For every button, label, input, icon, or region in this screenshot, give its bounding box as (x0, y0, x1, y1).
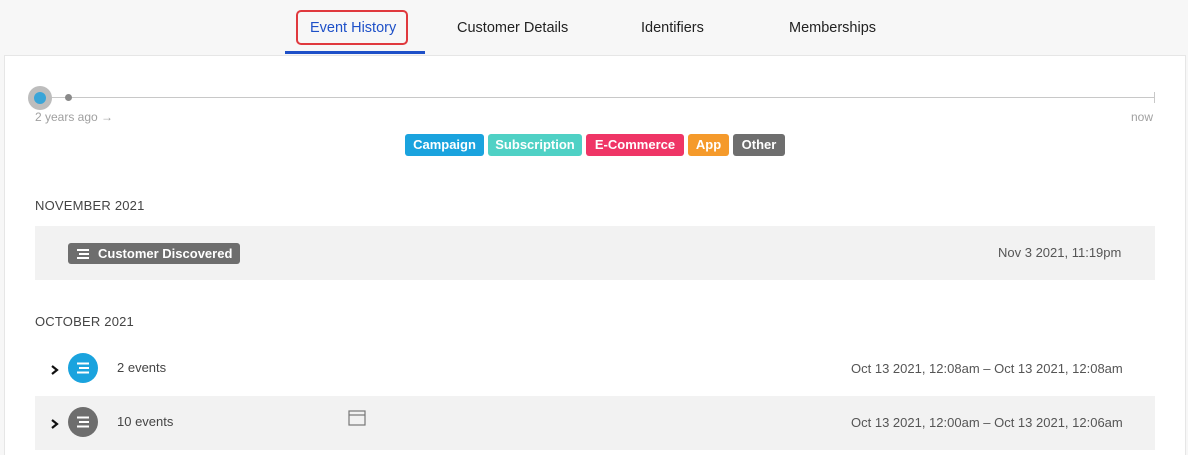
campaign-category-icon (68, 353, 98, 383)
section-title-november: NOVEMBER 2021 (35, 198, 145, 213)
event-type-label: Customer Discovered (98, 246, 233, 261)
legend-campaign[interactable]: Campaign (405, 134, 484, 156)
timeline-end-label: now (1131, 110, 1154, 124)
legend-subscription[interactable]: Subscription (488, 134, 582, 156)
timeline-range-handle[interactable] (28, 86, 52, 110)
section-title-october: OCTOBER 2021 (35, 314, 134, 329)
chevron-right-icon[interactable] (49, 418, 61, 430)
browser-window-icon (348, 410, 366, 426)
legend-other[interactable]: Other (733, 134, 785, 156)
tab-highlight-annotation (296, 10, 408, 45)
event-row[interactable]: Customer Discovered Nov 3 2021, 11:19pm (35, 226, 1155, 280)
legend-ecommerce[interactable]: E-Commerce (586, 134, 684, 156)
timeline-handle-center (34, 92, 46, 104)
timeline-start-label: 2 years ago → (35, 110, 114, 124)
other-category-icon (68, 407, 98, 437)
chevron-right-icon[interactable] (49, 364, 61, 376)
tab-customer-details[interactable]: Customer Details (457, 20, 568, 36)
timeline-event-marker[interactable] (65, 94, 72, 101)
list-icon (77, 249, 89, 259)
timeline-end-tick (1154, 92, 1155, 103)
event-date-range: Oct 13 2021, 12:00am – Oct 13 2021, 12:0… (851, 415, 1123, 430)
list-icon (77, 362, 89, 374)
event-date-range: Oct 13 2021, 12:08am – Oct 13 2021, 12:0… (851, 361, 1123, 376)
timeline-track (36, 97, 1155, 98)
event-group-row[interactable]: 10 events Oct 13 2021, 12:00am – Oct 13 … (35, 396, 1155, 450)
tab-identifiers[interactable]: Identifiers (641, 20, 704, 36)
list-icon (77, 416, 89, 428)
event-type-badge: Customer Discovered (68, 243, 241, 264)
event-date: Nov 3 2021, 11:19pm (998, 245, 1122, 260)
event-count: 2 events (117, 360, 167, 375)
legend-app[interactable]: App (688, 134, 729, 156)
tab-bar: Event History Customer Details Identifie… (0, 0, 1188, 54)
event-count: 10 events (117, 414, 174, 429)
tab-memberships[interactable]: Memberships (789, 20, 876, 36)
active-tab-indicator (285, 51, 425, 54)
event-group-row[interactable]: 2 events Oct 13 2021, 12:08am – Oct 13 2… (35, 342, 1155, 396)
